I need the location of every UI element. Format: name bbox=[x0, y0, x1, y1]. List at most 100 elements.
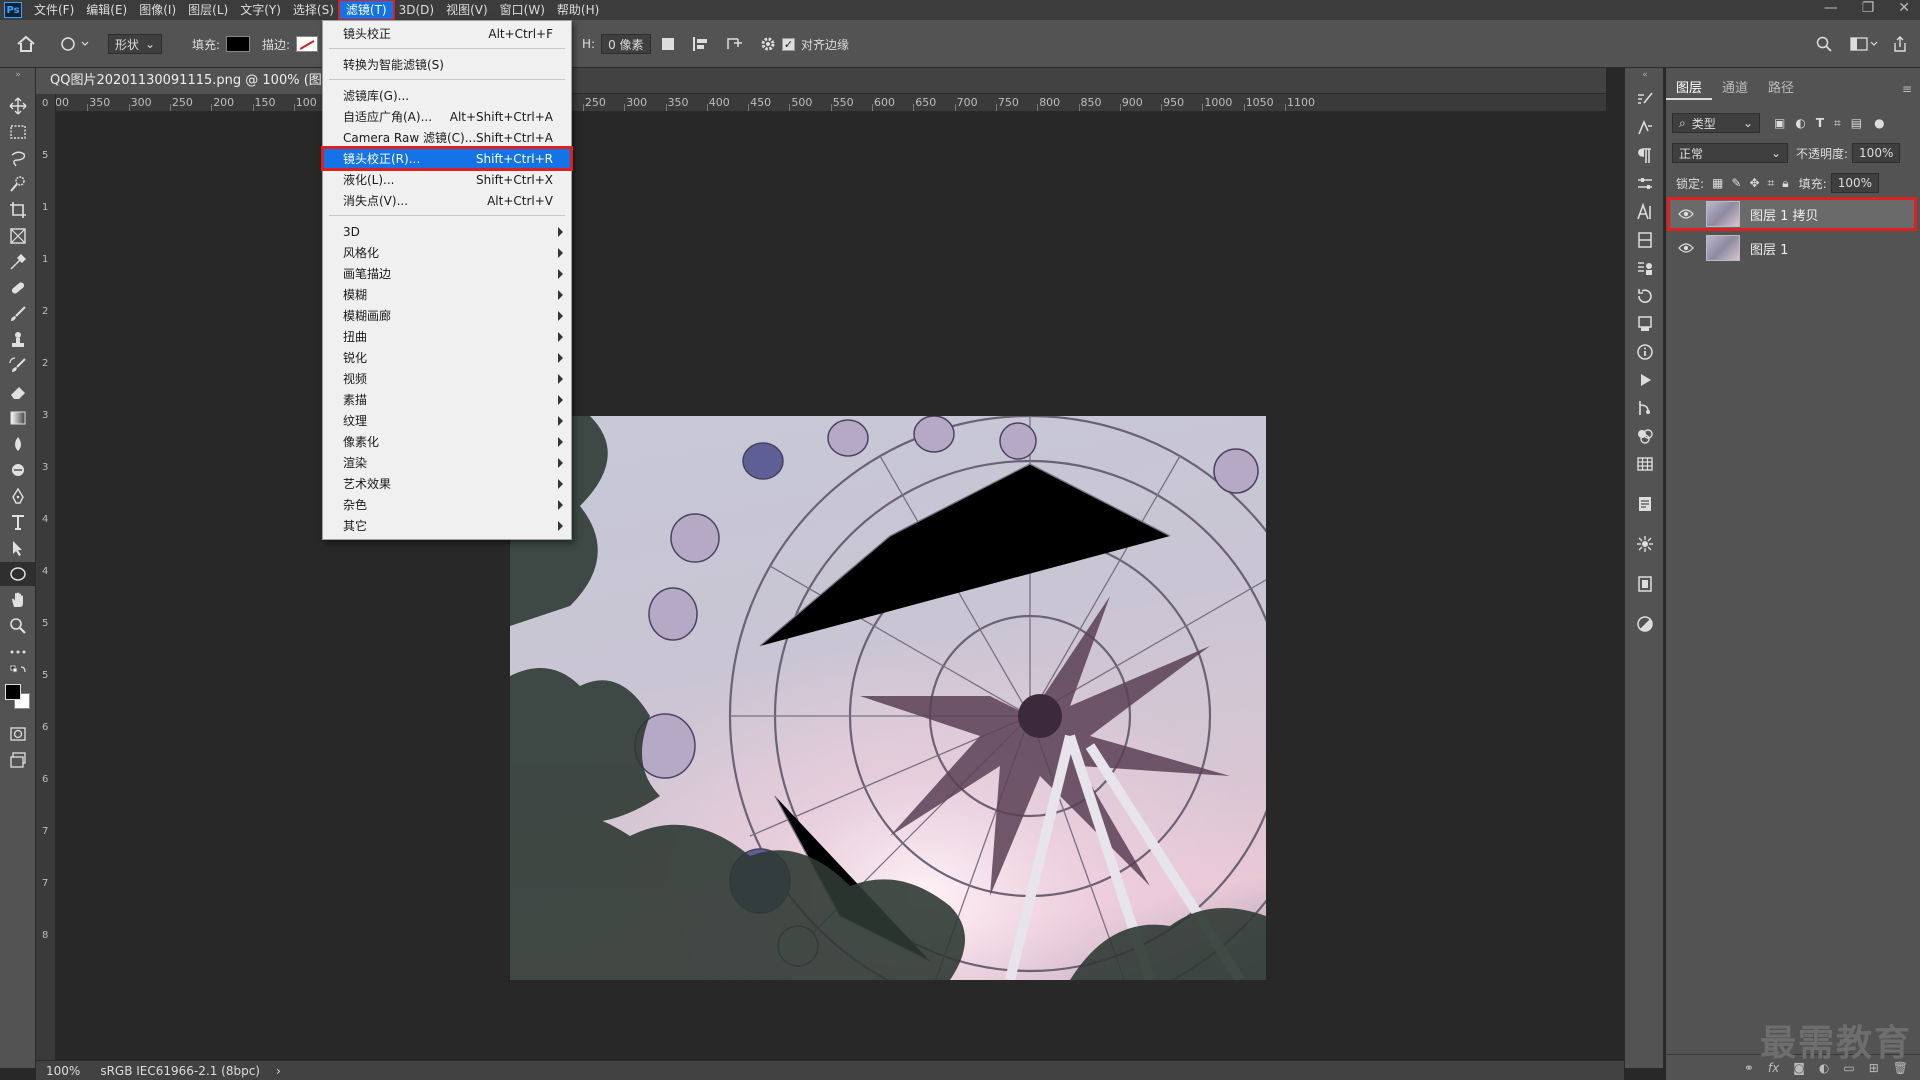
frame-tool-icon[interactable] bbox=[0, 224, 36, 248]
eyedropper-tool-icon[interactable] bbox=[0, 250, 36, 274]
opacity-input[interactable]: 100% bbox=[1852, 143, 1901, 163]
adjustment-layer-filter-icon[interactable]: ◐ bbox=[1795, 116, 1805, 130]
filter-menu-item[interactable]: 滤镜库(G)... bbox=[323, 85, 571, 106]
crop-tool-icon[interactable] bbox=[0, 198, 36, 222]
close-button[interactable]: ✕ bbox=[1898, 0, 1910, 16]
menu-help[interactable]: 帮助(H) bbox=[551, 1, 605, 19]
fill-input[interactable]: 100% bbox=[1830, 173, 1880, 193]
ellipse-tool-preset-icon[interactable] bbox=[60, 20, 90, 68]
ellipse-tool-icon[interactable] bbox=[0, 562, 36, 586]
pen-tool-icon[interactable] bbox=[0, 484, 36, 508]
filter-menu-item[interactable]: 素描 bbox=[323, 389, 571, 410]
status-menu-arrow-icon[interactable]: › bbox=[276, 1064, 281, 1078]
brush-tool-icon[interactable] bbox=[0, 302, 36, 326]
document-tab[interactable]: QQ图片20201130091115.png @ 100% (图层 1 bbox=[36, 68, 362, 94]
path-selection-tool-icon[interactable] bbox=[0, 536, 36, 560]
notes-icon[interactable] bbox=[1625, 492, 1665, 516]
color-swatches[interactable] bbox=[0, 680, 36, 714]
move-tool-icon[interactable] bbox=[0, 94, 36, 118]
tab-layers[interactable]: 图层 bbox=[1666, 78, 1713, 100]
swatches-grid-icon[interactable] bbox=[1625, 452, 1665, 476]
ferris-wheel-photo[interactable] bbox=[510, 416, 1266, 980]
clone-stamp-tool-icon[interactable] bbox=[0, 328, 36, 352]
marquee-tool-icon[interactable] bbox=[0, 120, 36, 144]
menu-3d[interactable]: 3D(D) bbox=[393, 1, 440, 19]
menu-view[interactable]: 视图(V) bbox=[440, 1, 494, 19]
eraser-tool-icon[interactable] bbox=[0, 380, 36, 404]
layer-row-base[interactable]: 图层 1 bbox=[1668, 232, 1916, 264]
collapse-arrows-icon[interactable]: « bbox=[1625, 68, 1665, 82]
gradient-tool-icon[interactable] bbox=[0, 406, 36, 430]
quick-mask-icon[interactable] bbox=[0, 722, 36, 746]
menu-image[interactable]: 图像(I) bbox=[133, 1, 182, 19]
blur-tool-icon[interactable] bbox=[0, 432, 36, 456]
timeline-icon[interactable] bbox=[1625, 572, 1665, 596]
zoom-level[interactable]: 100% bbox=[46, 1064, 80, 1078]
filter-menu-item[interactable]: 液化(L)... Shift+Ctrl+X bbox=[323, 169, 571, 190]
filter-menu-item[interactable]: 扭曲 bbox=[323, 326, 571, 347]
filter-menu-item[interactable]: 艺术效果 bbox=[323, 473, 571, 494]
path-alignment-icon[interactable] bbox=[692, 20, 710, 68]
history-icon[interactable] bbox=[1625, 284, 1665, 308]
visibility-eye-icon[interactable] bbox=[1678, 208, 1694, 220]
lock-artboard-icon[interactable]: ⌗ bbox=[1768, 176, 1775, 191]
dodge-tool-icon[interactable] bbox=[0, 458, 36, 482]
actions-play-icon[interactable] bbox=[1625, 368, 1665, 392]
lasso-tool-icon[interactable] bbox=[0, 146, 36, 170]
filter-menu-item[interactable]: 纹理 bbox=[323, 410, 571, 431]
filter-menu-item[interactable]: Camera Raw 滤镜(C)... Shift+Ctrl+A bbox=[323, 127, 571, 148]
blend-mode-dropdown[interactable]: 正常 ⌄ bbox=[1672, 143, 1788, 163]
history-brush-tool-icon[interactable] bbox=[0, 354, 36, 378]
filter-menu-item[interactable]: 锐化 bbox=[323, 347, 571, 368]
stroke-color-swatch[interactable] bbox=[296, 36, 319, 52]
shape-layer-filter-icon[interactable]: ⌗ bbox=[1834, 116, 1841, 131]
menu-window[interactable]: 窗口(W) bbox=[494, 1, 551, 19]
filter-menu-item[interactable]: 镜头校正(R)... Shift+Ctrl+R bbox=[321, 146, 573, 171]
filter-menu-item[interactable]: 渲染 bbox=[323, 452, 571, 473]
screen-mode-icon[interactable] bbox=[0, 748, 36, 772]
fill-color-swatch[interactable] bbox=[226, 36, 251, 52]
brush-settings-icon[interactable] bbox=[1625, 88, 1665, 112]
lock-image-pixels-icon[interactable]: ✎ bbox=[1731, 176, 1741, 190]
tab-channels[interactable]: 通道 bbox=[1712, 78, 1758, 100]
filter-menu-item[interactable]: 视频 bbox=[323, 368, 571, 389]
visibility-eye-icon[interactable] bbox=[1678, 242, 1694, 254]
layer-row-copy[interactable]: 图层 1 拷贝 bbox=[1667, 197, 1917, 231]
height-input[interactable]: 0 像素 bbox=[601, 34, 651, 54]
shape-mode-dropdown[interactable]: 形状 ⌄ bbox=[108, 34, 163, 54]
share-icon[interactable] bbox=[1892, 20, 1908, 68]
tab-paths[interactable]: 路径 bbox=[1758, 78, 1804, 100]
filter-menu-item[interactable]: 镜头校正 Alt+Ctrl+F bbox=[323, 23, 571, 44]
quick-selection-tool-icon[interactable] bbox=[0, 172, 36, 196]
foreground-color-swatch[interactable] bbox=[5, 684, 21, 700]
info-icon[interactable] bbox=[1625, 340, 1665, 364]
filter-menu-item[interactable]: 画笔描边 bbox=[323, 263, 571, 284]
home-icon[interactable] bbox=[16, 20, 36, 68]
pixel-layer-filter-icon[interactable]: ▣ bbox=[1774, 116, 1785, 130]
menu-select[interactable]: 选择(S) bbox=[287, 1, 340, 19]
canvas-area[interactable] bbox=[56, 112, 1606, 1060]
zoom-tool-icon[interactable] bbox=[0, 614, 36, 638]
swap-colors-icon[interactable] bbox=[0, 662, 36, 678]
filter-menu-item[interactable]: 风格化 bbox=[323, 242, 571, 263]
menu-type[interactable]: 文字(Y) bbox=[234, 1, 287, 19]
type-layer-filter-icon[interactable]: T bbox=[1816, 116, 1824, 130]
link-layers-icon[interactable]: ⚭ bbox=[1744, 1061, 1754, 1075]
lock-transparent-pixels-icon[interactable]: ▦ bbox=[1712, 176, 1723, 190]
panel-menu-icon[interactable]: ≡ bbox=[1902, 78, 1920, 100]
libraries-icon[interactable] bbox=[1625, 228, 1665, 252]
healing-brush-tool-icon[interactable] bbox=[0, 276, 36, 300]
lock-all-icon[interactable]: 🔒︎ bbox=[1782, 176, 1788, 191]
minimize-button[interactable]: — bbox=[1824, 0, 1838, 16]
filter-menu-item[interactable]: 3D bbox=[323, 221, 571, 242]
character-icon[interactable] bbox=[1625, 200, 1665, 224]
hand-tool-icon[interactable] bbox=[0, 588, 36, 612]
glyphs-icon[interactable] bbox=[1625, 116, 1665, 140]
filter-menu-item[interactable]: 杂色 bbox=[323, 494, 571, 515]
path-operations-icon[interactable] bbox=[660, 20, 676, 68]
filter-menu-item[interactable]: 模糊 bbox=[323, 284, 571, 305]
clone-source-icon[interactable] bbox=[1625, 312, 1665, 336]
color-icon[interactable] bbox=[1625, 424, 1665, 448]
menu-file[interactable]: 文件(F) bbox=[28, 1, 80, 19]
menu-edit[interactable]: 编辑(E) bbox=[80, 1, 133, 19]
